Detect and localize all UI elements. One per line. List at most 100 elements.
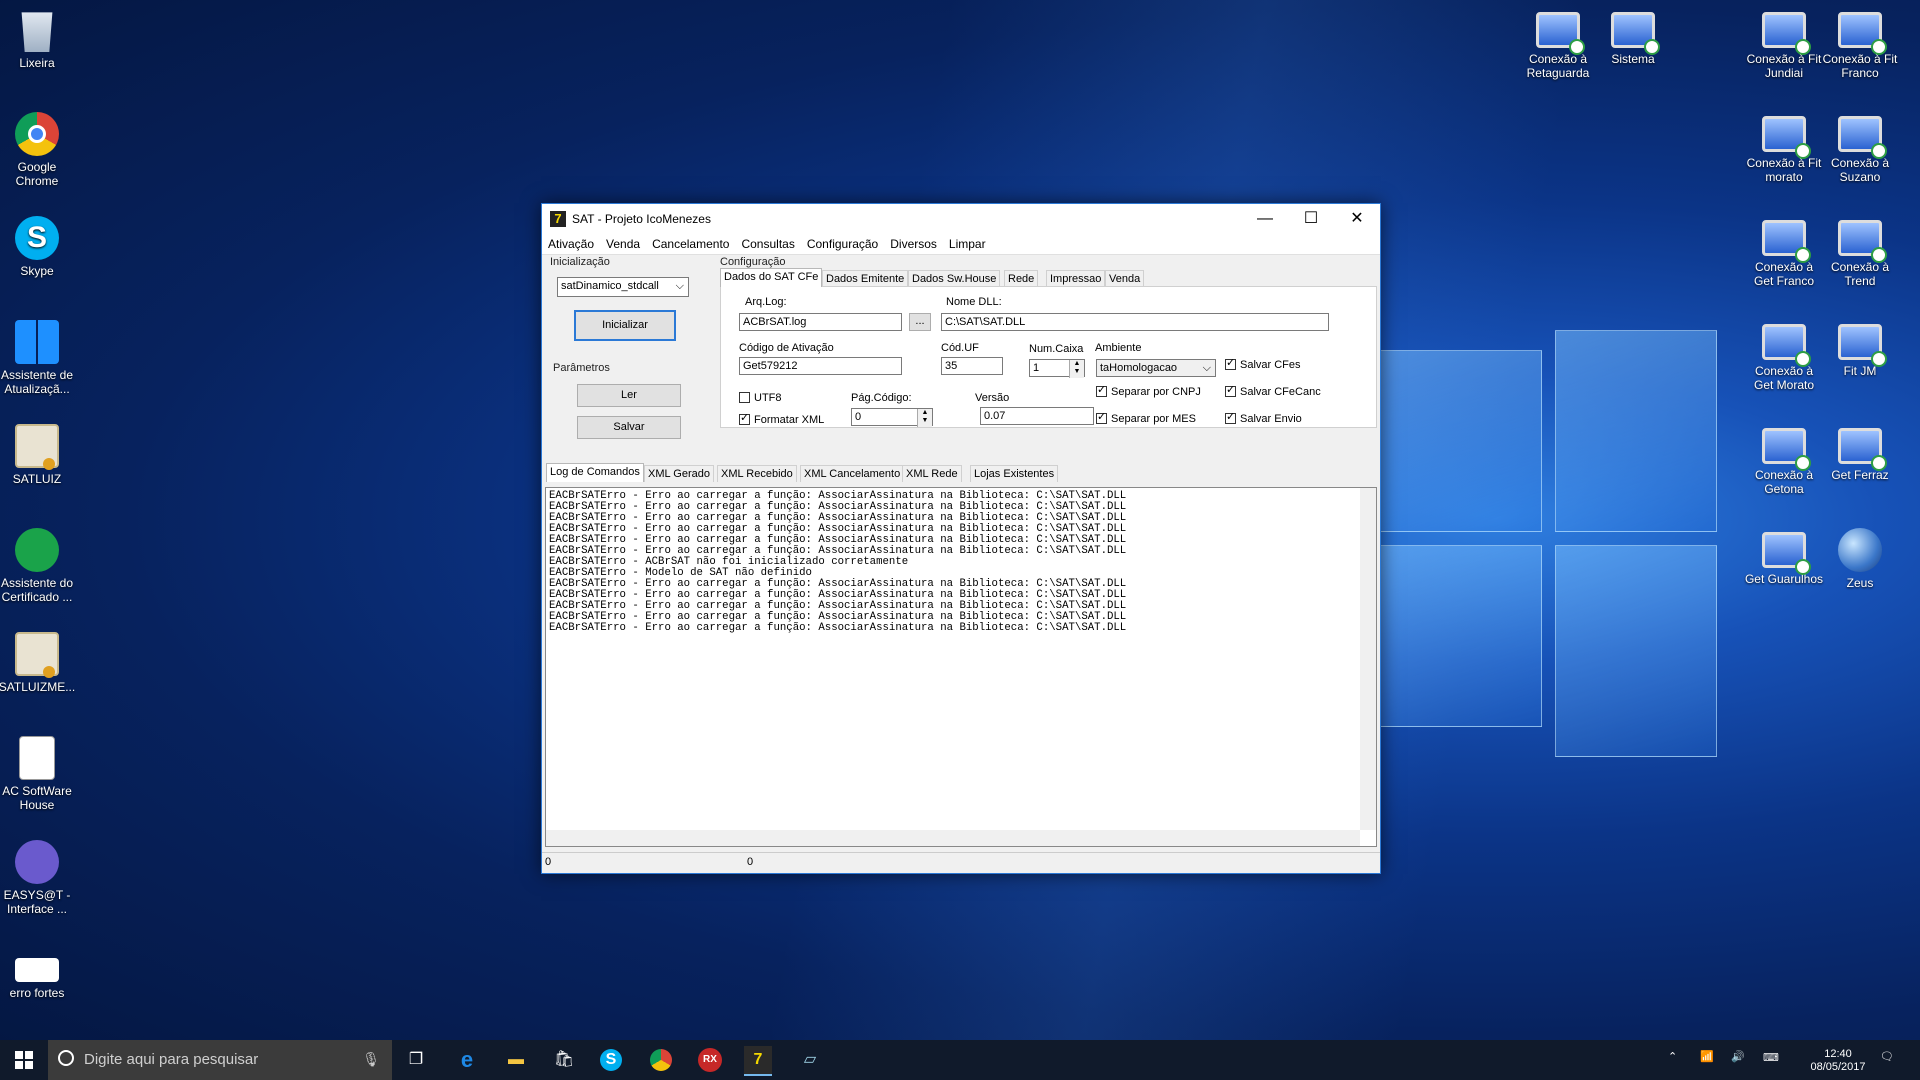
desktop-icon-fit-jm[interactable]: Fit JM <box>1820 320 1900 378</box>
desktop-icon-conexao-retaguarda[interactable]: Conexão à Retaguarda <box>1518 8 1598 80</box>
salvar-cfecanc-label: Salvar CFeCanc <box>1240 386 1321 398</box>
desktop-icon-conexao-getona[interactable]: Conexão à Getona <box>1744 424 1824 496</box>
salvar-cfes-checkbox[interactable]: Salvar CFes <box>1225 357 1301 372</box>
tab-lojas-existentes[interactable]: Lojas Existentes <box>970 465 1059 482</box>
desktop-icon-label: Assistente do Certificado ... <box>0 576 74 604</box>
skype-taskbar-icon[interactable]: S <box>600 1049 622 1071</box>
keyboard-icon[interactable]: ⌨ <box>1763 1052 1779 1065</box>
inicializar-button[interactable]: Inicializar <box>574 310 676 341</box>
chrome-taskbar-icon[interactable] <box>650 1049 672 1071</box>
tab-log-comandos[interactable]: Log de Comandos <box>546 463 644 482</box>
minimize-button[interactable]: — <box>1242 204 1288 234</box>
maximize-button[interactable]: ☐ <box>1288 204 1334 234</box>
desktop-icon-conexao-fit-franco[interactable]: Conexão à Fit Franco <box>1820 8 1900 80</box>
desktop-icon-erro-fortes[interactable]: erro fortes <box>0 944 77 1000</box>
title-bar[interactable]: 7 SAT - Projeto IcoMenezes — ☐ ✕ <box>542 204 1380 234</box>
pag-codigo-input[interactable]: 0 ▲ ▼ <box>851 408 933 427</box>
pag-codigo-spinner[interactable]: ▲ ▼ <box>917 409 932 427</box>
desktop-icon-easysat[interactable]: EASYS@T - Interface ... <box>0 840 77 916</box>
notepad-icon[interactable]: ▱ <box>796 1046 824 1074</box>
globe-icon <box>1838 528 1882 572</box>
formatar-xml-checkbox[interactable]: Formatar XML <box>739 412 825 427</box>
volume-icon[interactable]: 🔊 <box>1731 1051 1745 1064</box>
tab-impressao[interactable]: Impressao <box>1046 270 1106 287</box>
ler-button[interactable]: Ler <box>577 384 681 407</box>
desktop-icon-assistente-atualizacao[interactable]: Assistente de Atualizaçã... <box>0 320 77 396</box>
formatar-xml-label: Formatar XML <box>754 414 825 426</box>
microphone-icon[interactable]: 🎙 <box>362 1051 380 1068</box>
tab-dados-emitente[interactable]: Dados Emitente <box>822 270 909 287</box>
desktop-icon-conexao-trend[interactable]: Conexão à Trend <box>1820 216 1900 288</box>
log-textarea[interactable]: EACBrSATErro - Erro ao carregar a função… <box>545 487 1377 847</box>
separar-mes-checkbox[interactable]: Separar por MES <box>1096 411 1196 426</box>
menu-diversos[interactable]: Diversos <box>884 234 943 254</box>
cod-uf-input[interactable]: 35 <box>941 357 1003 375</box>
arq-log-input[interactable]: ACBrSAT.log <box>739 313 902 331</box>
tab-venda[interactable]: Venda <box>1105 270 1145 287</box>
menu-venda[interactable]: Venda <box>600 234 646 254</box>
num-caixa-spinner[interactable]: ▲ ▼ <box>1069 360 1084 378</box>
desktop-icon-skype[interactable]: S Skype <box>0 216 77 278</box>
store-icon[interactable]: 🛍 <box>550 1046 578 1074</box>
nome-dll-input[interactable]: C:\SAT\SAT.DLL <box>941 313 1329 331</box>
notification-icon[interactable]: 🗨 <box>1880 1051 1894 1064</box>
versao-input[interactable]: 0.07 <box>980 407 1094 425</box>
app-icon: 7 <box>550 211 566 227</box>
desktop-icon-zeus[interactable]: Zeus <box>1820 528 1900 590</box>
desktop-icon-get-ferraz[interactable]: Get Ferraz <box>1820 424 1900 482</box>
desktop-icon-label: SATLUIZME... <box>0 680 76 694</box>
search-box[interactable]: Digite aqui para pesquisar 🎙 <box>48 1040 392 1080</box>
file-explorer-icon[interactable]: ▬ <box>502 1046 530 1074</box>
sat-app-taskbar-icon[interactable]: 7 <box>744 1046 772 1076</box>
codigo-ativacao-input[interactable]: Get579212 <box>739 357 902 375</box>
horizontal-scrollbar[interactable] <box>546 830 1360 846</box>
desktop-icon-conexao-fit-jundiai[interactable]: Conexão à Fit Jundiai <box>1744 8 1824 80</box>
pc-icon <box>1762 220 1811 263</box>
desktop-icon-conexao-get-morato[interactable]: Conexão à Get Morato <box>1744 320 1824 392</box>
desktop-icon-google-chrome[interactable]: Google Chrome <box>0 112 77 188</box>
num-caixa-input[interactable]: 1 ▲ ▼ <box>1029 359 1085 378</box>
clock[interactable]: 12:40 08/05/2017 <box>1808 1048 1868 1074</box>
salvar-envio-checkbox[interactable]: Salvar Envio <box>1225 411 1302 426</box>
start-button[interactable] <box>0 1040 48 1080</box>
desktop-icon-conexao-suzano[interactable]: Conexão à Suzano <box>1820 112 1900 184</box>
menu-cancelamento[interactable]: Cancelamento <box>646 234 735 254</box>
modelo-select-value: satDinamico_stdcall <box>561 280 659 292</box>
salvar-button[interactable]: Salvar <box>577 416 681 439</box>
menu-consultas[interactable]: Consultas <box>735 234 800 254</box>
edge-icon[interactable]: e <box>453 1046 481 1074</box>
network-icon[interactable]: 📶 <box>1700 1051 1714 1064</box>
vertical-scrollbar[interactable] <box>1360 488 1376 830</box>
separar-cnpj-checkbox[interactable]: Separar por CNPJ <box>1096 384 1201 399</box>
desktop-icon-get-guarulhos[interactable]: Get Guarulhos <box>1744 528 1824 586</box>
tab-xml-recebido[interactable]: XML Recebido <box>717 465 797 482</box>
modelo-select[interactable]: satDinamico_stdcall ⌵ <box>557 277 689 297</box>
tab-xml-rede[interactable]: XML Rede <box>902 465 962 482</box>
ambiente-select[interactable]: taHomologacao ⌵ <box>1096 359 1216 377</box>
tab-dados-sw-house[interactable]: Dados Sw.House <box>908 270 1001 287</box>
desktop-icon-label: Conexão à Fit Jundiai <box>1746 52 1822 80</box>
salvar-cfecanc-checkbox[interactable]: Salvar CFeCanc <box>1225 384 1321 399</box>
desktop-icon-label: Conexão à Suzano <box>1830 156 1890 184</box>
desktop-icon-ac-software-house[interactable]: AC SoftWare House <box>0 736 77 812</box>
close-button[interactable]: ✕ <box>1334 204 1380 234</box>
task-view-icon[interactable]: ❐ <box>402 1046 430 1074</box>
browse-button[interactable]: ... <box>909 313 931 331</box>
utf8-checkbox[interactable]: UTF8 <box>739 392 782 405</box>
menu-ativacao[interactable]: Ativação <box>542 234 600 254</box>
desktop-icon-satluiz[interactable]: SATLUIZ <box>0 424 77 486</box>
tab-rede[interactable]: Rede <box>1004 270 1039 287</box>
desktop-icon-conexao-fit-morato[interactable]: Conexão à Fit morato <box>1744 112 1824 184</box>
tab-xml-gerado[interactable]: XML Gerado <box>644 465 714 482</box>
menu-limpar[interactable]: Limpar <box>943 234 992 254</box>
desktop-icon-satluizme[interactable]: SATLUIZME... <box>0 632 77 694</box>
desktop-icon-lixeira[interactable]: Lixeira <box>0 8 77 70</box>
tab-dados-sat-cfe[interactable]: Dados do SAT CFe <box>720 268 823 287</box>
desktop-icon-assistente-certificado[interactable]: Assistente do Certificado ... <box>0 528 77 604</box>
desktop-icon-conexao-get-franco[interactable]: Conexão à Get Franco <box>1744 216 1824 288</box>
desktop-icon-sistema[interactable]: Sistema <box>1593 8 1673 66</box>
tab-xml-cancelamento[interactable]: XML Cancelamento <box>800 465 905 482</box>
rx-app-icon[interactable]: RX <box>698 1048 722 1072</box>
chevron-up-icon[interactable]: ⌃ <box>1668 1051 1677 1064</box>
menu-configuracao[interactable]: Configuração <box>801 234 884 254</box>
